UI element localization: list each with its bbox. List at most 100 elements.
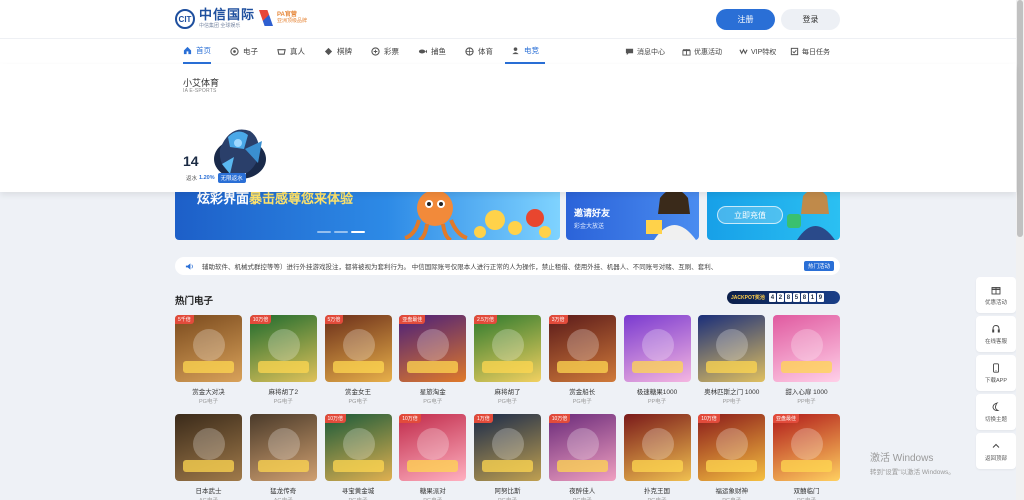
game-thumbnail[interactable]: 10万倍 <box>548 414 616 481</box>
game-thumbnail[interactable]: 亚盘最佳 <box>399 315 467 382</box>
game-thumbnail[interactable] <box>623 414 691 481</box>
game-provider: AG电子 <box>250 496 317 500</box>
game-card[interactable]: 扑克王国PG电子 <box>623 414 691 500</box>
register-button[interactable]: 注册 <box>716 9 775 30</box>
nav-daily-tasks[interactable]: 每日任务 <box>790 39 830 64</box>
scrollbar-thumb[interactable] <box>1017 0 1023 237</box>
rebate-rate: 1.20% <box>199 175 215 181</box>
nav-item-lottery[interactable]: 彩票 <box>371 39 399 64</box>
game-thumbnail[interactable]: 3万倍 <box>548 315 616 382</box>
game-name: 寻宝黄金城 <box>341 488 375 495</box>
rebate-badge: 返水 1.20% 无限返水 <box>186 173 246 183</box>
game-provider: AG电子 <box>175 496 242 500</box>
game-name: 双囍临门 <box>793 488 820 495</box>
game-thumbnail[interactable] <box>698 315 766 382</box>
nav-label: 电竞 <box>524 46 539 55</box>
slot-icon <box>230 47 239 56</box>
nav-vip[interactable]: VIP特权 <box>739 39 776 64</box>
side-back-to-top[interactable]: 返回顶部 <box>976 433 1016 469</box>
game-thumbnail[interactable]: 5千倍 <box>175 315 242 382</box>
esports-icon <box>511 46 520 55</box>
game-art-illustration <box>706 428 758 472</box>
nav-item-cards[interactable]: 棋牌 <box>324 39 352 64</box>
game-card[interactable]: 2.5万倍 麻将胡了 PG电子 <box>474 315 541 405</box>
game-card[interactable]: 10万倍夜醉佳人PG电子 <box>548 414 616 500</box>
game-multiplier-tag: 亚盘最佳 <box>399 315 426 324</box>
game-card[interactable]: 奥林匹斯之门 1000 PP电子 <box>698 315 766 405</box>
game-multiplier-tag: 5千倍 <box>175 315 194 324</box>
banner-text-b: 暴击感 <box>249 191 289 206</box>
game-multiplier-tag: 10万倍 <box>698 414 720 423</box>
gift-icon <box>991 286 1001 294</box>
vip-icon <box>739 47 748 56</box>
nav-item-home[interactable]: 首页 <box>183 39 211 64</box>
page-scrollbar[interactable] <box>1016 0 1024 500</box>
game-card[interactable]: 5千倍 赏金大对决 PG电子 <box>175 315 242 405</box>
game-card[interactable]: 10万倍 麻将胡了2 PG电子 <box>249 315 317 405</box>
game-thumbnail[interactable] <box>175 414 242 481</box>
game-card[interactable]: 1万倍阿努比斯PG电子 <box>474 414 541 500</box>
game-card[interactable]: 10万倍福运象财神PG电子 <box>698 414 766 500</box>
nav-item-live[interactable]: 真人 <box>277 39 305 64</box>
game-thumbnail[interactable]: 1万倍 <box>474 414 541 481</box>
jackpot-digit: 4 <box>768 293 776 302</box>
side-promotions[interactable]: 优惠活动 <box>976 277 1016 313</box>
nav-item-slots[interactable]: 电子 <box>230 39 258 64</box>
game-card[interactable]: 10万倍寻宝黄金城PG电子 <box>324 414 392 500</box>
game-name: 猛龙传奇 <box>270 488 297 495</box>
login-button[interactable]: 登录 <box>781 9 840 30</box>
game-card[interactable]: 极速糖果1000 PP电子 <box>623 315 691 405</box>
banner-dot[interactable] <box>334 231 348 233</box>
game-thumbnail[interactable] <box>249 414 317 481</box>
game-card[interactable]: 5万倍 赏金女王 PG电子 <box>324 315 392 405</box>
game-card[interactable]: 甜入心扉 1000 PP电子 <box>773 315 840 405</box>
game-thumbnail[interactable]: 5万倍 <box>324 315 392 382</box>
banner-text-a: 炫彩界面 <box>197 191 250 206</box>
game-card[interactable]: 10万倍糖果派对PG电子 <box>399 414 467 500</box>
side-switch-theme[interactable]: 切换主题 <box>976 394 1016 430</box>
game-card[interactable]: 日本武士AG电子 <box>175 414 242 500</box>
game-thumbnail[interactable]: 10万倍 <box>324 414 392 481</box>
game-card[interactable]: 猛龙传奇AG电子 <box>249 414 317 500</box>
game-provider: PG电子 <box>325 496 392 500</box>
nav-messages[interactable]: 消息中心 <box>625 39 665 64</box>
watermark-line2: 转到"设置"以激活 Windows。 <box>870 469 955 476</box>
game-thumbnail[interactable]: 10万倍 <box>399 414 467 481</box>
game-thumbnail[interactable]: 10万倍 <box>249 315 317 382</box>
game-card[interactable]: 亚盘最佳 星旅淘金 PG电子 <box>399 315 467 405</box>
nav-promotions[interactable]: 优惠活动 <box>682 39 722 64</box>
nav-right-label: VIP特权 <box>751 48 777 56</box>
game-thumbnail[interactable]: 2.5万倍 <box>474 315 541 382</box>
banner-pagination[interactable] <box>317 231 365 233</box>
side-download-app[interactable]: 下载APP <box>976 355 1016 391</box>
watermark-line1: 激活 Windows <box>870 453 934 464</box>
game-card[interactable]: 3万倍 赏金船长 PG电子 <box>548 315 616 405</box>
game-multiplier-tag: 5万倍 <box>324 315 344 324</box>
game-thumbnail[interactable] <box>623 315 691 382</box>
jackpot-digit: 8 <box>784 293 792 302</box>
side-customer-service[interactable]: 在线客服 <box>976 316 1016 352</box>
game-provider: PG电子 <box>399 496 466 500</box>
game-thumbnail[interactable]: 亚盘最佳 <box>773 414 840 481</box>
game-provider: PG电子 <box>474 496 541 500</box>
hot-events-button[interactable]: 热门活动 <box>803 261 834 271</box>
nav-item-esports[interactable]: 电竞 <box>505 39 545 64</box>
nav-item-fishing[interactable]: 捕鱼 <box>418 39 446 64</box>
game-multiplier-tag: 1万倍 <box>474 414 493 423</box>
game-card[interactable]: 亚盘最佳双囍临门PG电子 <box>773 414 840 500</box>
game-provider: PG电子 <box>423 399 443 405</box>
game-provider: PP电子 <box>722 399 741 405</box>
fish-icon <box>418 47 427 56</box>
nav-item-sports[interactable]: 体育 <box>465 39 493 64</box>
banner-dot[interactable] <box>317 231 331 233</box>
banner-dot-active[interactable] <box>351 231 365 233</box>
nav-label: 首页 <box>196 46 211 55</box>
home-icon <box>183 46 192 55</box>
game-thumbnail[interactable]: 10万倍 <box>698 414 766 481</box>
game-provider: PG电子 <box>498 399 517 405</box>
esports-provider-card[interactable]: 14 返水 1.20% 无限返水 <box>178 119 273 185</box>
nav-label: 棋牌 <box>337 47 352 56</box>
site-logo[interactable]: CIT 中信国际 中信集团 全球娱乐 <box>175 9 255 29</box>
recharge-now-button[interactable]: 立即充值 <box>717 206 783 224</box>
game-thumbnail[interactable] <box>773 315 840 382</box>
